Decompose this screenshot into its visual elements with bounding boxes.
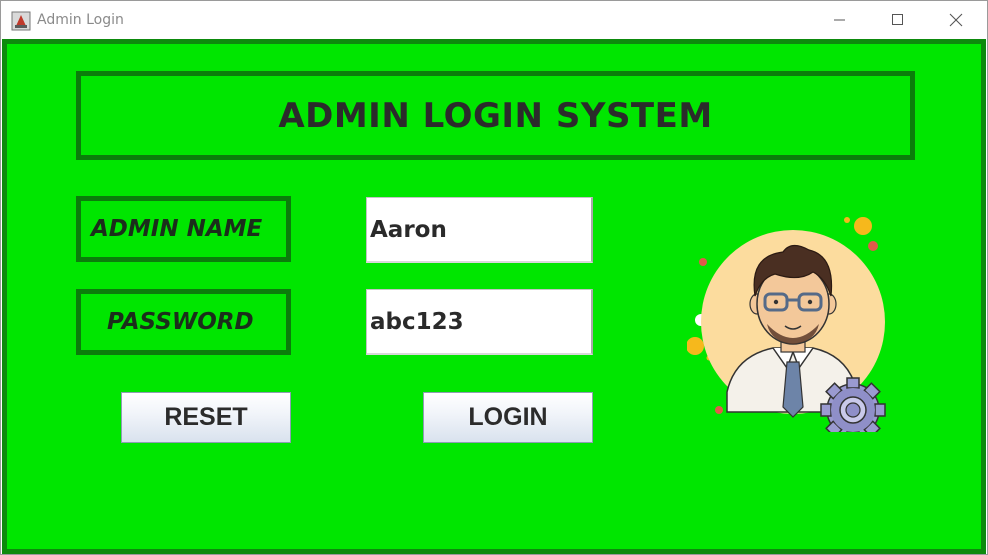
minimize-button[interactable]	[811, 1, 869, 39]
minimize-icon	[834, 19, 845, 21]
admin-avatar-with-gear-icon	[687, 217, 886, 432]
window-title: Admin Login	[37, 12, 124, 28]
page-title: ADMIN LOGIN SYSTEM	[278, 95, 713, 136]
maximize-button[interactable]	[869, 1, 927, 39]
password-label-box: PASSWORD	[76, 289, 291, 355]
admin-name-value: Aaron	[370, 216, 447, 243]
java-cup-icon	[11, 11, 31, 31]
title-bar[interactable]: Admin Login	[1, 1, 987, 39]
reset-button[interactable]: RESET	[121, 392, 291, 443]
close-icon	[949, 13, 963, 27]
maximize-icon	[892, 14, 903, 25]
password-label: PASSWORD	[107, 309, 254, 335]
admin-name-input[interactable]: Aaron	[366, 197, 593, 263]
close-button[interactable]	[927, 1, 985, 39]
login-button-label: LOGIN	[468, 403, 548, 431]
reset-button-label: RESET	[164, 403, 248, 431]
admin-name-label-box: ADMIN NAME	[76, 196, 291, 262]
password-input[interactable]: abc123	[366, 289, 593, 355]
password-value: abc123	[370, 308, 464, 335]
admin-login-window: Admin Login ADMIN LOGIN SYSTEM ADMIN NAM…	[0, 0, 988, 555]
admin-name-label: ADMIN NAME	[91, 216, 263, 242]
heading-box: ADMIN LOGIN SYSTEM	[76, 71, 915, 160]
login-panel: ADMIN LOGIN SYSTEM ADMIN NAME Aaron PASS…	[2, 39, 986, 554]
login-button[interactable]: LOGIN	[423, 392, 593, 443]
